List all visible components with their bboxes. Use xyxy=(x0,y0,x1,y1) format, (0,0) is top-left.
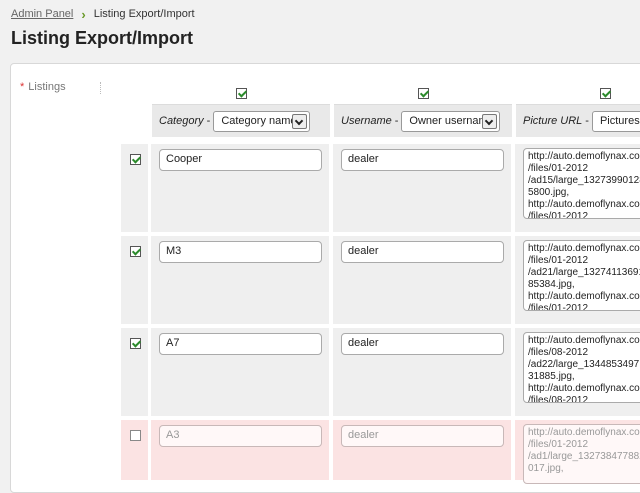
category-field-select[interactable]: Category name xyxy=(213,110,311,132)
category-input[interactable]: M3 xyxy=(159,241,322,263)
picture-urls-textarea[interactable]: http://auto.demoflynax.co /files/01-2012… xyxy=(523,148,640,219)
column-label: Username xyxy=(341,115,392,127)
column-header-picture-url: Picture URL - Pictures by xyxy=(516,104,640,137)
chevron-down-icon xyxy=(292,113,308,129)
column-header-category: Category - Category name xyxy=(152,104,330,137)
column-username-checkbox[interactable] xyxy=(418,88,429,99)
chevron-down-icon xyxy=(482,113,498,129)
row-select-checkbox[interactable] xyxy=(130,338,141,349)
table-row: A7 dealer http://auto.demoflynax.co /fil… xyxy=(111,328,640,416)
row-select-checkbox[interactable] xyxy=(130,246,141,257)
username-input[interactable]: dealer xyxy=(341,241,504,263)
category-input[interactable]: A3 xyxy=(159,425,322,447)
category-input[interactable]: Cooper xyxy=(159,149,322,171)
column-label: Category xyxy=(159,115,204,127)
column-label: Picture URL xyxy=(523,115,583,127)
select-value: Category name xyxy=(221,115,297,127)
page-title: Listing Export/Import xyxy=(11,28,193,48)
category-input[interactable]: A7 xyxy=(159,333,322,355)
table-row-disabled: A3 dealer http://auto.demoflynax.co /fil… xyxy=(111,420,640,484)
row-select-checkbox[interactable] xyxy=(130,430,141,441)
column-header-username: Username - Owner username xyxy=(334,104,512,137)
picture-urls-textarea[interactable]: http://auto.demoflynax.co /files/08-2012… xyxy=(523,332,640,403)
select-value: Owner username xyxy=(409,115,494,127)
breadcrumb: Admin Panel › Listing Export/Import xyxy=(11,6,195,22)
breadcrumb-current: Listing Export/Import xyxy=(93,8,195,20)
label-divider xyxy=(100,82,101,94)
picture-field-select[interactable]: Pictures by xyxy=(591,110,640,132)
username-input[interactable]: dealer xyxy=(341,149,504,171)
username-input[interactable]: dealer xyxy=(341,333,504,355)
username-field-select[interactable]: Owner username xyxy=(401,110,501,132)
column-picture-url-checkbox[interactable] xyxy=(600,88,611,99)
breadcrumb-link-admin-panel[interactable]: Admin Panel xyxy=(11,8,73,20)
table-row: M3 dealer http://auto.demoflynax.co /fil… xyxy=(111,236,640,324)
table-row: Cooper dealer http://auto.demoflynax.co … xyxy=(111,144,640,232)
chevron-right-icon: › xyxy=(81,6,86,22)
select-value: Pictures by xyxy=(599,115,640,127)
row-select-checkbox[interactable] xyxy=(130,154,141,165)
listings-label: * Listings xyxy=(20,81,66,93)
picture-urls-textarea[interactable]: http://auto.demoflynax.co /files/01-2012… xyxy=(523,424,640,484)
picture-urls-textarea[interactable]: http://auto.demoflynax.co /files/01-2012… xyxy=(523,240,640,311)
required-marker: * xyxy=(20,81,25,93)
username-input[interactable]: dealer xyxy=(341,425,504,447)
column-category-checkbox[interactable] xyxy=(236,88,247,99)
